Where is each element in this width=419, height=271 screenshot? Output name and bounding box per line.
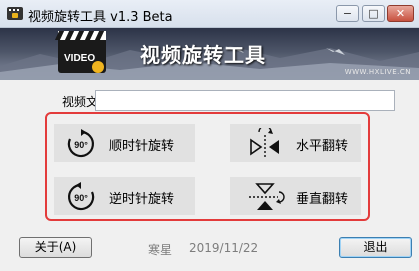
- logo-text: VIDEO: [64, 53, 95, 64]
- rotate-clockwise-90-icon: 90°: [67, 129, 94, 158]
- close-button[interactable]: ✕: [387, 5, 414, 22]
- author-name: 寒星: [148, 243, 173, 257]
- flip-vertical-label: 垂直翻转: [296, 192, 349, 207]
- exit-button[interactable]: 退出: [339, 237, 412, 258]
- minimize-icon: −: [342, 7, 353, 20]
- video-file-input[interactable]: [95, 90, 395, 111]
- flip-vertical-button[interactable]: 垂直翻转: [230, 177, 361, 215]
- clapperboard-icon: [7, 7, 23, 20]
- flip-horizontal-label: 水平翻转: [296, 139, 349, 154]
- maximize-icon: □: [368, 7, 379, 20]
- close-icon: ✕: [395, 7, 406, 20]
- flip-horizontal-icon: [250, 128, 279, 158]
- video-logo-icon: VIDEO: [54, 31, 106, 73]
- flip-horizontal-button[interactable]: 水平翻转: [230, 124, 361, 162]
- header-banner: VIDEO 视频旋转工具 WWW.HXLIVE.CN: [0, 28, 419, 80]
- rotate-clockwise-label: 顺时针旋转: [109, 139, 175, 154]
- rotate-cw-icon-text: 90°: [74, 140, 88, 150]
- minimize-button[interactable]: −: [336, 5, 359, 22]
- app-window: 视频旋转工具 v1.3 Beta − □ ✕ VIDEO 视频旋转工具 WWW.…: [0, 0, 419, 271]
- rotate-counterclockwise-label: 逆时针旋转: [109, 192, 175, 207]
- about-button[interactable]: 关于(A): [19, 237, 92, 258]
- banner-url: WWW.HXLIVE.CN: [344, 68, 411, 76]
- title-bar[interactable]: 视频旋转工具 v1.3 Beta − □ ✕: [0, 0, 419, 28]
- rotate-ccw-icon-text: 90°: [74, 193, 88, 203]
- release-date: 2019/11/22: [189, 241, 259, 255]
- rotate-counterclockwise-90-icon: 90°: [68, 182, 95, 211]
- rotate-clockwise-button[interactable]: 90° 顺时针旋转: [54, 124, 195, 162]
- banner-title: 视频旋转工具: [140, 43, 266, 67]
- maximize-button[interactable]: □: [362, 5, 385, 22]
- rotate-counterclockwise-button[interactable]: 90° 逆时针旋转: [54, 177, 195, 215]
- flip-vertical-icon: [249, 183, 285, 210]
- window-title: 视频旋转工具 v1.3 Beta: [28, 10, 173, 25]
